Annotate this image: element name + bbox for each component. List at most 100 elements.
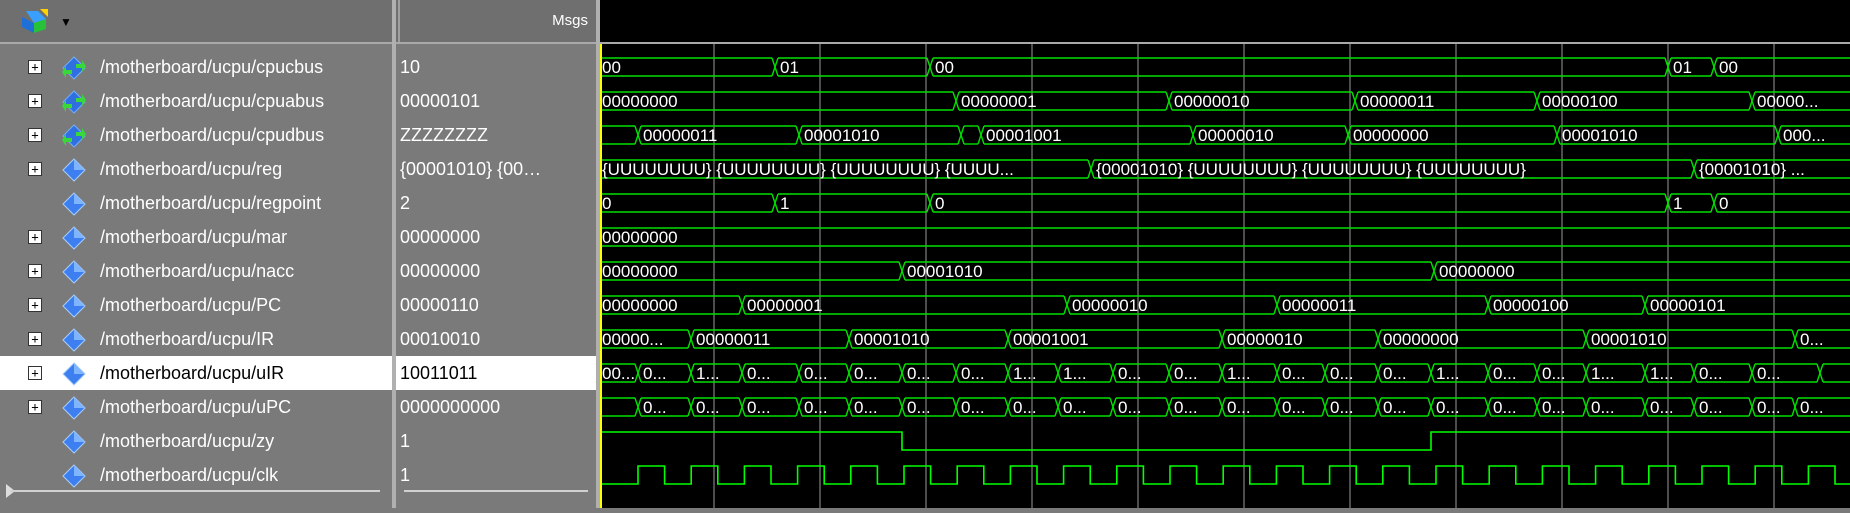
expand-plus-icon[interactable]: +	[28, 128, 42, 142]
expand-plus-icon[interactable]: +	[28, 366, 42, 380]
signal-value-row[interactable]: 1	[396, 424, 596, 458]
signal-value-row[interactable]: 10	[396, 50, 596, 84]
signal-row[interactable]: /motherboard/ucpu/zy	[0, 424, 392, 458]
expand-plus-icon[interactable]: +	[28, 264, 42, 278]
bus-value-label: 0...	[1493, 398, 1517, 417]
bus-value-label: 1...	[1650, 364, 1674, 383]
signal-name: /motherboard/ucpu/uIR	[100, 363, 285, 383]
waveform-canvas[interactable]: 00 01 00 01 0000000000 00000001 00000010 000000…	[600, 44, 1850, 508]
signal-name: /motherboard/ucpu/cpudbus	[100, 125, 325, 145]
signal-value-row[interactable]: 10011011	[396, 356, 596, 390]
value-pane-divider	[404, 490, 588, 492]
expand-plus-icon[interactable]: +	[28, 162, 42, 176]
bus-value-label: {00001010} {UUUUUUUU} {UUUUUUUU} {UUUUUU…	[1096, 160, 1526, 179]
signal-value-row[interactable]: 00000110	[396, 288, 596, 322]
signal-row[interactable]: + /motherboard/ucpu/cpucbus	[0, 50, 392, 84]
bus-value-label: 0...	[1699, 398, 1723, 417]
signal-row[interactable]: + /motherboard/ucpu/mar	[0, 220, 392, 254]
bus-value-label: 01	[1673, 58, 1692, 77]
cursor-timeline-bar[interactable]	[598, 0, 1850, 42]
bus-value-label: 0...	[804, 364, 828, 383]
signal-row[interactable]: /motherboard/ucpu/clk	[0, 458, 392, 492]
bus-value-label: 0...	[1800, 330, 1824, 349]
signal-row[interactable]: + /motherboard/ucpu/uIR	[0, 356, 392, 390]
signal-value-row[interactable]: {00001010} {00…	[396, 152, 596, 186]
bus-value-label: 0...	[1542, 364, 1566, 383]
bus-value-label: 00000010	[1174, 92, 1250, 111]
bus-value-label: 0...	[696, 398, 720, 417]
signal-value-row[interactable]: 2	[396, 186, 596, 220]
bus-value-label: 0...	[804, 398, 828, 417]
signal-value: 2	[400, 193, 411, 213]
bus-value-label: 00001001	[1013, 330, 1089, 349]
bus-value-label: 0	[602, 194, 611, 213]
bus-value-label: 0...	[907, 398, 931, 417]
signal-value-row[interactable]: 1	[396, 458, 596, 492]
signal-value-row[interactable]: 00000000	[396, 220, 596, 254]
signal-name: /motherboard/ucpu/cpucbus	[100, 57, 324, 77]
signal-diamond-icon	[62, 430, 86, 454]
signal-row[interactable]: + /motherboard/ucpu/reg	[0, 152, 392, 186]
signal-diamond-icon	[62, 158, 86, 182]
bus-value-label: 0...	[747, 364, 771, 383]
bus-value-label: 0	[935, 194, 944, 213]
signal-value: 00000000	[400, 261, 481, 281]
signal-row[interactable]: + /motherboard/ucpu/cpudbus	[0, 118, 392, 152]
bus-value-label: 00	[1719, 58, 1738, 77]
bus-value-label: 0...	[1063, 398, 1087, 417]
bus-value-label: 00000100	[1542, 92, 1618, 111]
bus-value-label: 00001010	[804, 126, 880, 145]
signal-row[interactable]: + /motherboard/ucpu/nacc	[0, 254, 392, 288]
expand-plus-icon[interactable]: +	[28, 400, 42, 414]
signal-diamond-icon	[62, 294, 86, 318]
bus-value-label: 0...	[907, 364, 931, 383]
bus-value-label: 00000101	[1650, 296, 1726, 315]
signal-name: /motherboard/ucpu/PC	[100, 295, 282, 315]
signal-value-row[interactable]: 00000101	[396, 84, 596, 118]
signal-diamond-icon	[62, 362, 86, 386]
bus-value-label: 0...	[643, 398, 667, 417]
signal-value: 00010010	[400, 329, 481, 349]
bus-value-label: 0...	[747, 398, 771, 417]
expand-plus-icon[interactable]: +	[28, 332, 42, 346]
wave-logo-icon[interactable]	[18, 7, 52, 35]
expand-plus-icon[interactable]: +	[28, 94, 42, 108]
signal-row[interactable]: + /motherboard/ucpu/cpuabus	[0, 84, 392, 118]
bus-value-label: 00001010	[907, 262, 983, 281]
signal-name: /motherboard/ucpu/reg	[100, 159, 283, 179]
bus-value-label: 000...	[1783, 126, 1826, 145]
bus-value-label: 0...	[1542, 398, 1566, 417]
signal-value: {00001010} {00…	[400, 159, 542, 179]
expand-plus-icon[interactable]: +	[28, 298, 42, 312]
signal-value-row[interactable]: 0000000000	[396, 390, 596, 424]
signal-name: /motherboard/ucpu/mar	[100, 227, 288, 247]
signal-name: /motherboard/ucpu/zy	[100, 431, 275, 451]
bus-value-label: 00	[602, 58, 621, 77]
waveform-pane[interactable]: 00 01 00 01 00 00000000 00000001 00000010 000000…	[600, 44, 1850, 508]
expand-plus-icon[interactable]: +	[28, 230, 42, 244]
bus-value-label: 0...	[854, 364, 878, 383]
signal-value-row[interactable]: ZZZZZZZZ	[396, 118, 596, 152]
chevron-down-icon[interactable]: ▼	[60, 15, 72, 29]
bus-value-label: 1...	[1591, 364, 1615, 383]
bus-value-label: 00000100	[1493, 296, 1569, 315]
bus-value-label: 0...	[1800, 398, 1824, 417]
bus-value-label: 00000001	[747, 296, 823, 315]
bus-value-label: 0...	[1436, 398, 1460, 417]
bus-value-label: 1...	[696, 364, 720, 383]
bus-value-label: 1...	[1436, 364, 1460, 383]
bus-value-label: 00000010	[1072, 296, 1148, 315]
signal-name-pane: + /motherboard/ucpu/cpucbus + /motherboard/…	[0, 44, 392, 508]
signal-value: 1	[400, 465, 411, 485]
signal-value: ZZZZZZZZ	[400, 125, 488, 145]
signal-row[interactable]: + /motherboard/ucpu/IR	[0, 322, 392, 356]
signal-value-row[interactable]: 00010010	[396, 322, 596, 356]
signal-row[interactable]: + /motherboard/ucpu/PC	[0, 288, 392, 322]
expand-plus-icon[interactable]: +	[28, 60, 42, 74]
signal-row[interactable]: + /motherboard/ucpu/uPC	[0, 390, 392, 424]
bus-value-label: 0...	[1174, 398, 1198, 417]
signal-value: 0000000000	[400, 397, 501, 417]
signal-row[interactable]: /motherboard/ucpu/regpoint	[0, 186, 392, 220]
signal-value-row[interactable]: 00000000	[396, 254, 596, 288]
bus-value-label: 0...	[961, 398, 985, 417]
